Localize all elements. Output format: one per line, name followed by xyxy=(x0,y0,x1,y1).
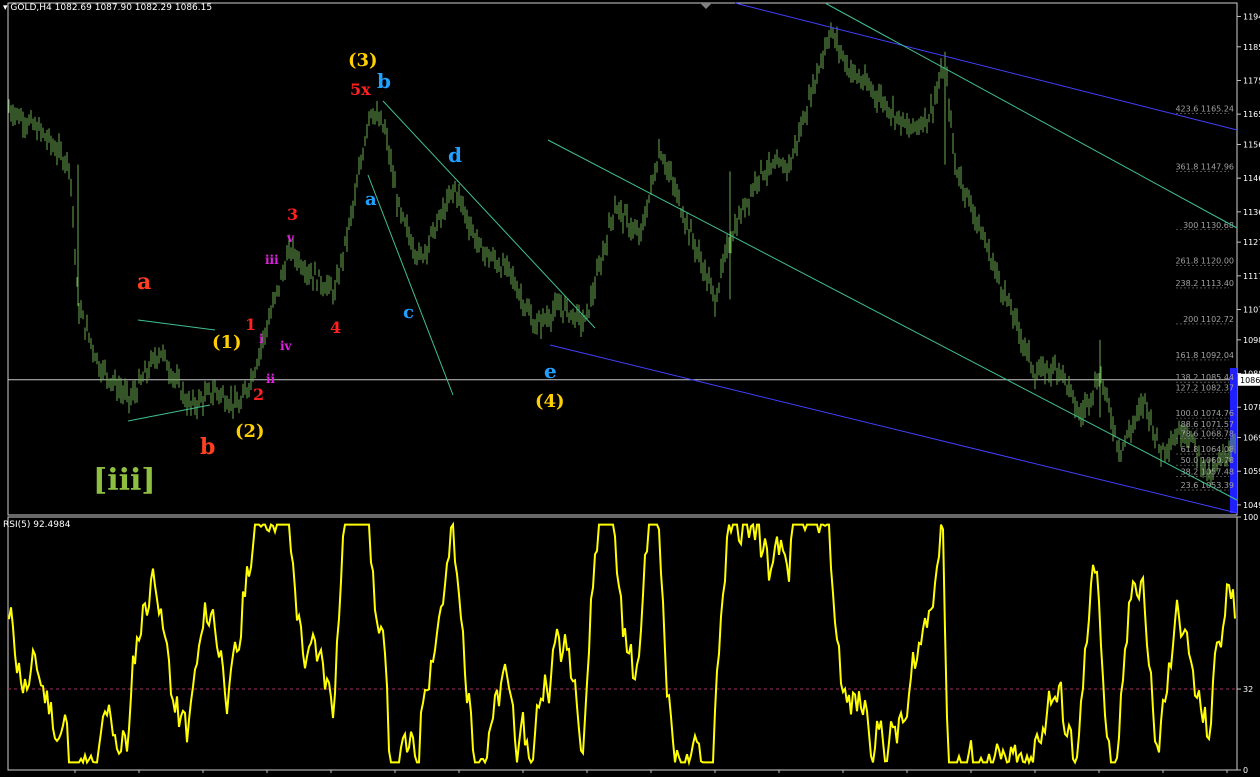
fib-level-label: 200 1102.72 xyxy=(1183,315,1234,324)
wave-label: 3 xyxy=(287,205,298,224)
abcde-upper-line[interactable] xyxy=(382,100,596,329)
fib-level-label: 23.6 1053.39 xyxy=(1181,481,1234,490)
rsi-line xyxy=(8,521,1236,767)
wave-label: [iii] xyxy=(93,463,156,498)
fib-level-label: 100.0 1074.76 xyxy=(1175,409,1234,418)
wave-label: e xyxy=(544,359,557,383)
price-axis-label: 1185 xyxy=(1243,43,1260,52)
price-axis-label: 1146 xyxy=(1243,174,1260,183)
chart-window[interactable]: 1194118511751165115611461136112711171107… xyxy=(0,0,1260,775)
fib-level-label: 161.8 1092.04 xyxy=(1175,351,1234,360)
wave-label: i xyxy=(259,332,264,346)
wave-label: b xyxy=(200,434,215,460)
candlestick-series xyxy=(8,22,1236,486)
price-axis-label: 1098 xyxy=(1243,336,1260,345)
rsi-axis-label: 0 xyxy=(1243,766,1248,773)
wave-label: a xyxy=(365,189,377,210)
wave-label: 4 xyxy=(330,318,341,337)
wave-label: (3) xyxy=(348,50,378,71)
wave-label: d xyxy=(448,143,462,167)
ohlc-readout: 1082.69 1087.90 1082.29 1086.15 xyxy=(54,3,213,13)
blue-lower-channel[interactable] xyxy=(549,344,1238,514)
price-axis-label: 1156 xyxy=(1243,140,1260,149)
price-axis-label: 1069 xyxy=(1243,434,1260,443)
fib-level-label: 361.8 1147.96 xyxy=(1175,163,1234,172)
wave-label: (4) xyxy=(535,391,565,412)
fib-level-label: 88.6 1071.57 xyxy=(1181,420,1234,429)
blue-upper-channel[interactable] xyxy=(734,2,1238,131)
wave-label: iv xyxy=(280,339,293,353)
fib-level-label: 261.8 1120.00 xyxy=(1175,257,1234,266)
fib-level-label: 127.2 1082.37 xyxy=(1175,383,1234,392)
price-axis-label: 1175 xyxy=(1243,76,1260,85)
fib-level-label: 61.8 1064.08 xyxy=(1181,445,1234,454)
wave-label: c xyxy=(403,302,414,323)
wave-label: ii xyxy=(266,372,276,386)
wave-label: b xyxy=(377,69,391,93)
fib-level-label: 423.6 1165.24 xyxy=(1175,104,1234,113)
dropdown-triangle-icon[interactable]: ▾ xyxy=(3,3,8,13)
price-axis-label: 1194 xyxy=(1243,12,1260,21)
wave-label: iii xyxy=(265,253,279,267)
shift-marker-icon[interactable] xyxy=(700,3,712,9)
wave-label: 5x xyxy=(350,80,371,99)
green-mid-trendline[interactable] xyxy=(547,139,1238,501)
price-axis-label: 1127 xyxy=(1243,238,1260,247)
triangle-lower-line[interactable] xyxy=(127,404,211,422)
symbol-title: GOLD,H4 xyxy=(10,3,52,13)
price-pane-frame xyxy=(7,2,1238,516)
fib-level-label: 138.2 1085.44 xyxy=(1175,373,1234,382)
symbol-header: ▾ GOLD,H4 1082.69 1087.90 1082.29 1086.1… xyxy=(3,3,212,13)
price-axis-label: 1059 xyxy=(1243,467,1260,476)
rsi-axis-label: 32 xyxy=(1243,685,1253,694)
fib-level-label: 50.0 1060.78 xyxy=(1181,456,1234,465)
rsi-axis-label: 100 xyxy=(1243,513,1258,522)
triangle-upper-line[interactable] xyxy=(137,319,216,331)
rsi-title: RSI(5) 92.4984 xyxy=(3,520,71,530)
price-axis-label: 1049 xyxy=(1243,501,1260,510)
wave-label: 1 xyxy=(245,315,256,334)
fib-level-label: 238.2 1113.40 xyxy=(1175,279,1234,288)
fib-level-label: 78.6 1068.78 xyxy=(1181,429,1234,438)
abcde-c-line[interactable] xyxy=(367,174,454,396)
wave-label: 2 xyxy=(253,385,264,404)
rsi-pane-frame xyxy=(7,516,1238,771)
chart-canvas[interactable]: 1194118511751165115611461136112711171107… xyxy=(0,0,1260,775)
price-axis-label: 1107 xyxy=(1243,306,1260,315)
price-axis-label: 1117 xyxy=(1243,272,1260,281)
wave-label: v xyxy=(286,231,295,245)
current-price-tag: 1086 xyxy=(1240,376,1260,385)
wave-label: (1) xyxy=(212,332,242,353)
price-axis-label: 1078 xyxy=(1243,403,1260,412)
wave-label: a xyxy=(137,269,151,295)
price-axis-label: 1136 xyxy=(1243,208,1260,217)
wave-label: (2) xyxy=(235,421,265,442)
price-axis-label: 1165 xyxy=(1243,110,1260,119)
